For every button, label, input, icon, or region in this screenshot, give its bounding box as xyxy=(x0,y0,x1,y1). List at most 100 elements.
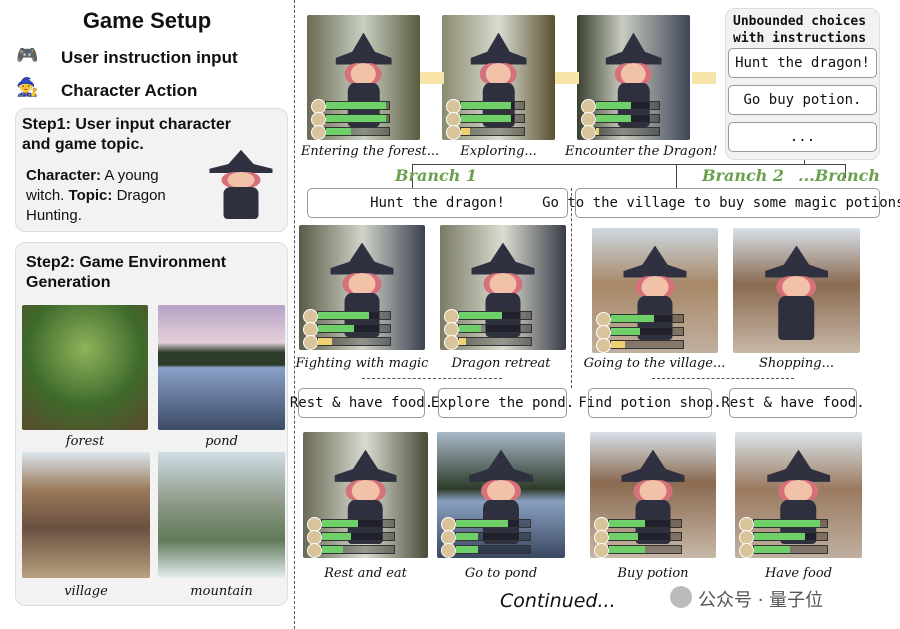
caption-go-pond: Go to pond xyxy=(464,566,538,581)
branch-connector xyxy=(412,164,845,165)
hunger-bar xyxy=(443,309,533,324)
pond-label: pond xyxy=(205,434,238,449)
gamepad-icon: 🎮 xyxy=(16,45,39,65)
village-label: village xyxy=(64,584,108,599)
sub-instruction-potion-shop: Find potion shop. xyxy=(578,388,722,418)
sub-branch-connector xyxy=(362,378,502,379)
energy-bar xyxy=(739,530,828,545)
step1-panel: Step1: User input character and game top… xyxy=(15,108,288,232)
status-bars xyxy=(580,97,661,140)
caption-exploring: Exploring... xyxy=(460,144,537,159)
status-bars xyxy=(595,310,685,353)
energy-bar xyxy=(593,530,683,545)
magic-bar xyxy=(441,543,531,558)
hunger-bar xyxy=(445,99,526,114)
magic-bar xyxy=(445,125,526,140)
choice-hunt-dragon[interactable]: Hunt the dragon! xyxy=(728,48,877,78)
hunger-bar xyxy=(593,517,683,532)
section-divider xyxy=(294,0,295,629)
branch-1-label: Branch 1 xyxy=(395,166,478,185)
branch-divider xyxy=(571,188,572,388)
continued-text: Continued... xyxy=(500,590,616,612)
hunger-bar xyxy=(441,517,531,532)
hunger-bar xyxy=(580,99,661,114)
energy-bar xyxy=(443,322,533,337)
branch2-instruction: Go to the village to buy some magic poti… xyxy=(542,188,900,218)
sub-instruction-have-food: Rest & have food. xyxy=(721,388,865,418)
energy-bar xyxy=(302,322,392,337)
branch1-instruction: Hunt the dragon! xyxy=(307,188,568,218)
magic-bar xyxy=(593,543,683,558)
hunger-bar xyxy=(739,517,828,532)
character-label: Character: xyxy=(26,167,102,184)
magic-bar xyxy=(302,335,392,350)
magic-bar xyxy=(310,125,391,140)
witch-character-image xyxy=(196,137,286,229)
arrow-right xyxy=(555,72,579,84)
hunger-bar xyxy=(310,99,391,114)
frame-entering-forest xyxy=(307,15,420,140)
legend-user-instruction: User instruction input xyxy=(61,48,238,67)
sub-instruction-pond: Explore the pond. xyxy=(431,388,574,418)
choice-more[interactable]: ... xyxy=(728,122,877,152)
sub-instruction-rest: Rest & have food. xyxy=(290,388,433,418)
caption-have-food: Have food xyxy=(764,566,833,581)
step2-title: Step2: Game Environment Generation xyxy=(26,254,227,291)
game-setup-title: Game Setup xyxy=(82,8,212,33)
choice-buy-potion[interactable]: Go buy potion. xyxy=(728,85,877,115)
status-bars xyxy=(302,307,392,350)
frame-shopping xyxy=(733,228,860,353)
status-bars xyxy=(445,97,526,140)
hunger-bar xyxy=(307,517,395,532)
frame-going-village xyxy=(592,228,718,353)
choices-title: Unbounded choices with instructions xyxy=(733,14,867,46)
caption-encounter-dragon: Encounter the Dragon! xyxy=(565,144,718,159)
forest-image xyxy=(22,305,148,430)
topic-label: Topic: xyxy=(68,187,113,204)
magic-bar xyxy=(595,338,685,353)
magic-bar xyxy=(443,335,533,350)
branch-2-label: Branch 2 xyxy=(702,166,785,185)
magic-bar xyxy=(739,543,828,558)
branch-connector xyxy=(676,164,677,188)
status-bars xyxy=(443,307,533,350)
energy-bar xyxy=(595,325,685,340)
frame-dragon-retreat xyxy=(440,225,566,350)
caption-going-village: Going to the village... xyxy=(583,356,726,371)
caption-rest-eat: Rest and eat xyxy=(324,566,407,581)
status-bars xyxy=(593,515,683,558)
branch-connector xyxy=(804,160,805,165)
frame-rest-eat xyxy=(303,432,428,558)
status-bars xyxy=(739,515,828,558)
caption-fighting: Fighting with magic xyxy=(295,356,429,371)
pond-image xyxy=(158,305,285,430)
wechat-logo-icon xyxy=(670,586,692,608)
village-image xyxy=(22,452,150,578)
watermark: 公众号 · 量子位 xyxy=(698,590,824,611)
status-bars xyxy=(441,515,531,558)
caption-shopping: Shopping... xyxy=(759,356,834,371)
energy-bar xyxy=(580,112,661,127)
mountain-image xyxy=(158,452,285,578)
hunger-bar xyxy=(302,309,392,324)
energy-bar xyxy=(441,530,531,545)
energy-bar xyxy=(307,530,395,545)
caption-buy-potion: Buy potion xyxy=(617,566,689,581)
forest-label: forest xyxy=(65,434,105,449)
sub-branch-connector xyxy=(652,378,794,379)
frame-fighting xyxy=(299,225,425,350)
magic-bar xyxy=(580,125,661,140)
arrow-right xyxy=(420,72,444,84)
witch-figure xyxy=(764,245,829,346)
frame-buy-potion xyxy=(590,432,716,558)
energy-bar xyxy=(310,112,391,127)
caption-entering-forest: Entering the forest... xyxy=(300,144,440,159)
step1-description: Character: A young witch. Topic: Dragon … xyxy=(26,166,191,226)
frame-exploring xyxy=(442,15,555,140)
legend-character-action: Character Action xyxy=(61,81,198,100)
frame-encounter-dragon xyxy=(577,15,690,140)
hunger-bar xyxy=(595,312,685,327)
frame-have-food xyxy=(735,432,862,558)
character-icon: 🧙 xyxy=(16,77,39,97)
frame-go-pond xyxy=(437,432,565,558)
